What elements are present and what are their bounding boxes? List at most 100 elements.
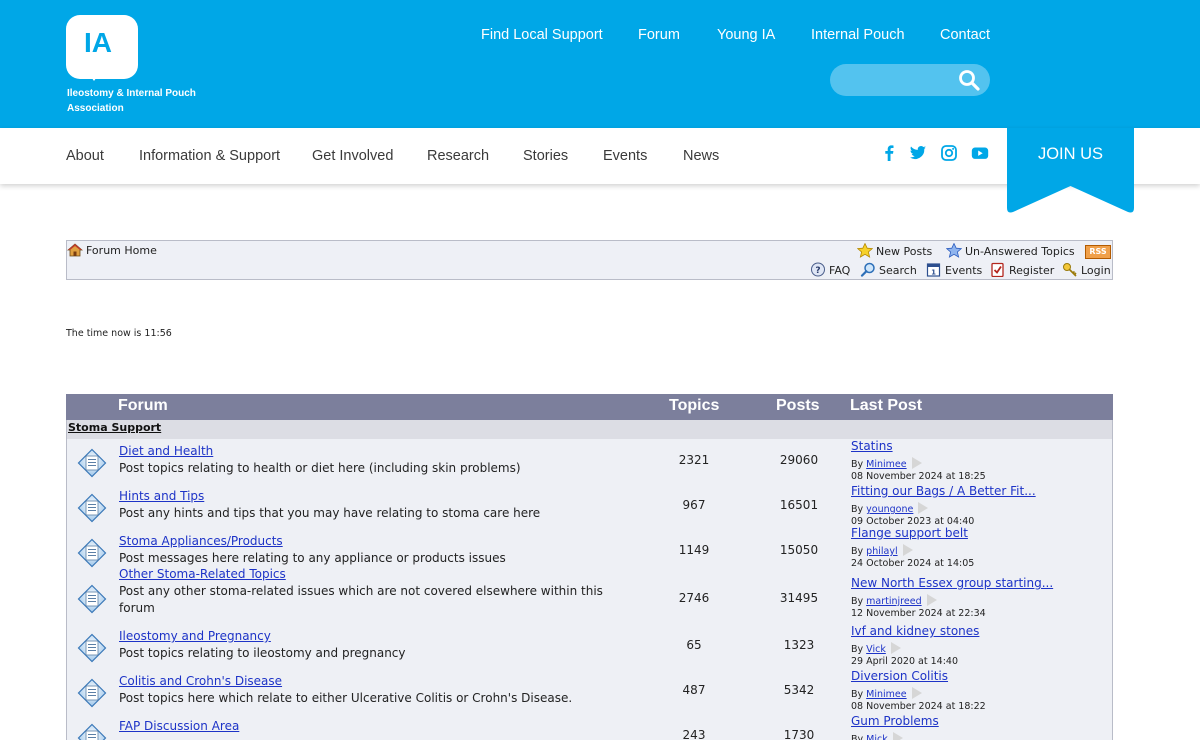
- join-us-button[interactable]: [1007, 128, 1134, 214]
- search-link[interactable]: Search: [860, 262, 917, 278]
- last-post-title-link[interactable]: Flange support belt: [851, 526, 968, 540]
- facebook-icon[interactable]: [879, 143, 899, 163]
- topics-count: 2321: [678, 453, 710, 467]
- star-icon: [856, 242, 874, 258]
- last-post-user-link[interactable]: Vick: [866, 644, 886, 655]
- last-post-title-link[interactable]: New North Essex group starting...: [851, 576, 1053, 590]
- last-post-date: 08 November 2024 at 18:22: [851, 701, 986, 712]
- logo-bubble-tail: [84, 67, 104, 81]
- rss-icon[interactable]: RSS: [1085, 245, 1111, 259]
- calendar-icon: 1: [926, 263, 941, 277]
- forum-description: Post messages here relating to any appli…: [119, 551, 506, 565]
- posts-count: 29060: [779, 453, 819, 467]
- last-post-user-link[interactable]: martinjreed: [866, 596, 921, 607]
- top-nav-forum[interactable]: Forum: [638, 27, 680, 43]
- join-us-label[interactable]: JOIN US: [1007, 145, 1134, 164]
- last-post-date: 24 October 2024 at 14:05: [851, 558, 975, 569]
- unanswered-topics-link[interactable]: Un-Answered Topics: [945, 242, 1075, 259]
- last-post-user-link[interactable]: philayl: [866, 546, 897, 557]
- forum-folder-icon: [77, 448, 107, 478]
- topics-count: 243: [682, 728, 706, 740]
- main-nav-get-involved[interactable]: Get Involved: [312, 148, 393, 164]
- main-nav-stories[interactable]: Stories: [523, 148, 568, 164]
- events-label: Events: [945, 264, 983, 277]
- forum-name-link[interactable]: Ileostomy and Pregnancy: [119, 629, 271, 643]
- go-to-post-icon[interactable]: [907, 687, 924, 700]
- forum-description: Post topics relating to health or diet h…: [119, 461, 521, 475]
- home-icon: [66, 243, 84, 257]
- forum-home-label: Forum Home: [86, 244, 157, 257]
- events-link[interactable]: 1 Events: [926, 262, 982, 278]
- forum-description: Post topics relating to ileostomy and pr…: [119, 646, 406, 660]
- go-to-post-icon[interactable]: [888, 732, 905, 740]
- forum-row: Diet and Health Post topics relating to h…: [67, 439, 1112, 489]
- header-posts: Posts: [776, 397, 820, 414]
- forum-name-link[interactable]: Hints and Tips: [119, 489, 204, 503]
- forum-folder-icon: [77, 633, 107, 663]
- last-post-user-link[interactable]: Minimee: [866, 689, 906, 700]
- last-post-user-link[interactable]: Minimee: [866, 459, 906, 470]
- forum-name-link[interactable]: Colitis and Crohn's Disease: [119, 674, 282, 688]
- last-post-title-link[interactable]: Statins: [851, 439, 893, 453]
- faq-link[interactable]: ? FAQ: [810, 262, 850, 278]
- top-nav-young-ia[interactable]: Young IA: [717, 27, 775, 43]
- last-post-author: By philayl: [851, 543, 915, 557]
- main-nav-information-support[interactable]: Information & Support: [139, 148, 280, 164]
- forum-name-link[interactable]: Diet and Health: [119, 444, 213, 458]
- youtube-icon[interactable]: [970, 143, 990, 163]
- unanswered-topics-label: Un-Answered Topics: [965, 245, 1075, 258]
- current-time: The time now is 11:56: [66, 328, 172, 339]
- top-nav-find-local-support[interactable]: Find Local Support: [481, 27, 603, 43]
- login-link[interactable]: Login: [1062, 262, 1111, 278]
- instagram-icon[interactable]: [939, 143, 959, 163]
- go-to-post-icon[interactable]: [898, 544, 915, 557]
- forum-row: Ileostomy and Pregnancy Post topics relat…: [67, 624, 1112, 674]
- last-post-date: 29 April 2020 at 14:40: [851, 656, 958, 667]
- main-nav-events[interactable]: Events: [603, 148, 647, 164]
- last-post-title-link[interactable]: Gum Problems: [851, 714, 939, 728]
- logo-text: Ileostomy & Internal Pouch Association: [67, 86, 207, 116]
- last-post-user-link[interactable]: Mick: [866, 734, 888, 740]
- go-to-post-icon[interactable]: [913, 502, 930, 515]
- main-nav-news[interactable]: News: [683, 148, 719, 164]
- posts-count: 5342: [783, 683, 815, 697]
- last-post-title-link[interactable]: Diversion Colitis: [851, 669, 948, 683]
- forum-home-link[interactable]: Forum Home: [66, 243, 157, 258]
- forum-name-link[interactable]: Other Stoma-Related Topics: [119, 567, 286, 581]
- register-link[interactable]: Register: [990, 262, 1054, 278]
- last-post-title-link[interactable]: Ivf and kidney stones: [851, 624, 979, 638]
- login-label: Login: [1081, 264, 1111, 277]
- by-label: By: [851, 546, 864, 557]
- last-post-user-link[interactable]: youngone: [866, 504, 913, 515]
- top-nav-contact[interactable]: Contact: [940, 27, 990, 43]
- by-label: By: [851, 689, 864, 700]
- last-post-title-link[interactable]: Fitting our Bags / A Better Fit...: [851, 484, 1036, 498]
- forum-row: Other Stoma-Related Topics Post any other…: [67, 567, 1112, 629]
- topics-count: 2746: [678, 591, 710, 605]
- new-posts-link[interactable]: New Posts: [856, 242, 932, 259]
- posts-count: 1730: [783, 728, 815, 740]
- main-nav-about[interactable]: About: [66, 148, 104, 164]
- forum-name-link[interactable]: Stoma Appliances/Products: [119, 534, 283, 548]
- site-logo[interactable]: IA Ileostomy & Internal Pouch Associatio…: [66, 15, 206, 115]
- twitter-icon[interactable]: [908, 143, 928, 163]
- go-to-post-icon[interactable]: [922, 594, 939, 607]
- go-to-post-icon[interactable]: [886, 642, 903, 655]
- forum-folder-icon: [77, 538, 107, 568]
- help-icon: ?: [811, 262, 825, 277]
- category-bar: [67, 420, 1112, 439]
- topics-count: 1149: [678, 543, 710, 557]
- search-input[interactable]: [842, 70, 952, 90]
- main-nav-research[interactable]: Research: [427, 148, 489, 164]
- top-nav-internal-pouch[interactable]: Internal Pouch: [811, 27, 905, 43]
- go-to-post-icon[interactable]: [907, 457, 924, 470]
- forum-folder-icon: [77, 723, 107, 740]
- category-link[interactable]: Stoma Support: [68, 421, 161, 434]
- posts-count: 1323: [783, 638, 815, 652]
- forum-name-link[interactable]: FAP Discussion Area: [119, 719, 239, 733]
- logo-text-line1: Ileostomy & Internal Pouch: [67, 88, 196, 99]
- search-icon[interactable]: [958, 69, 980, 91]
- forum-description: Post any other stoma-related issues whic…: [119, 584, 603, 615]
- topics-count: 967: [682, 498, 706, 512]
- header-topics: Topics: [669, 397, 720, 414]
